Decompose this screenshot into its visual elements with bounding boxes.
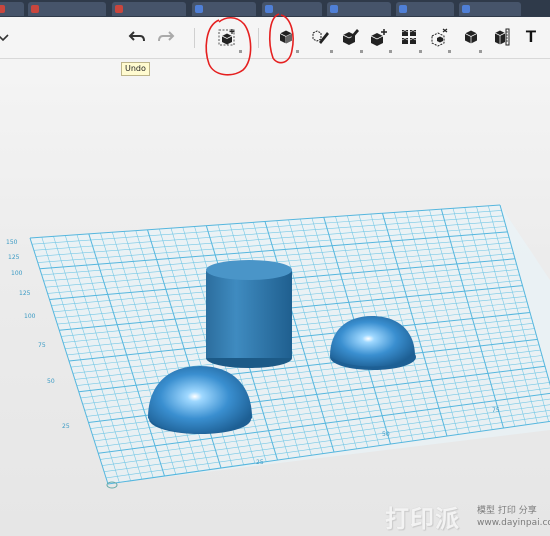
watermark-tagline: 模型 打印 分享 — [477, 506, 537, 516]
bottom-axis-tick: 50 — [382, 431, 390, 438]
watermark-logo-text: 打印派 — [385, 505, 460, 533]
left-axis-tick: 100 — [11, 270, 23, 277]
bottom-axis-tick: 25 — [256, 459, 264, 466]
watermark-url: www.dayinpai.com — [477, 518, 550, 528]
left-axis-tick: 125 — [8, 254, 20, 261]
left-axis-tick: 50 — [47, 378, 55, 385]
bottom-axis-tick: 75 — [492, 407, 500, 414]
left-axis-tick: 125 — [19, 290, 31, 297]
left-axis-tick: 75 — [38, 342, 46, 349]
3d-viewport[interactable]: 150 125 100 125 100 75 50 25 25 50 75 — [0, 0, 550, 536]
cylinder-object[interactable] — [206, 260, 292, 368]
site-watermark: 打印派 模型 打印 分享 www.dayinpai.com — [385, 499, 550, 536]
left-axis-tick: 25 — [62, 423, 70, 430]
left-axis-tick: 100 — [24, 313, 36, 320]
left-axis-tick: 150 — [6, 239, 18, 246]
